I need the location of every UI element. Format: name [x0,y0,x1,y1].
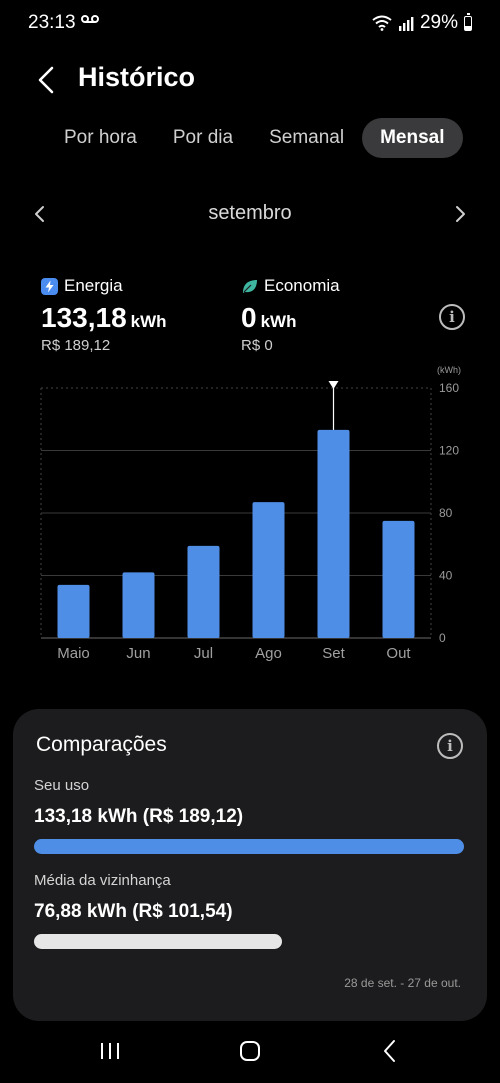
energy-unit: kWh [130,312,167,331]
recent-apps-icon [101,1043,119,1059]
signal-icon [398,16,414,31]
your-usage-bar-track [34,839,464,854]
neighborhood-label: Média da vizinhança [34,872,171,889]
tab-por-hora[interactable]: Por hora [46,118,155,158]
neighborhood-bar-track [34,934,464,949]
page-title: Histórico [78,62,196,92]
y-unit-label: (kWh) [437,365,461,375]
battery-percent: 29% [419,12,458,33]
info-button[interactable]: i [439,304,465,330]
savings-value: 0 [241,302,257,333]
energy-value: 133,18 [41,302,127,333]
x-tick-label: Jul [194,645,213,662]
savings-unit: kWh [260,312,297,331]
energy-stat: Energia 133,18 kWh R$ 189,12 [41,276,167,354]
status-indicators: 29% [372,12,472,34]
y-tick-label: 120 [439,444,459,458]
bar-jun [122,572,155,638]
x-tick-label: Jun [126,645,150,662]
energy-cost: R$ 189,12 [41,337,111,354]
y-tick-label: 160 [439,381,459,395]
energy-label: Energia [64,276,123,295]
neighborhood-value: 76,88 kWh (R$ 101,54) [34,901,233,922]
info-icon: i [449,308,455,326]
bar-set [317,429,350,638]
y-tick-label: 80 [439,506,453,520]
voicemail-icon [81,15,99,23]
tab-semanal[interactable]: Semanal [251,118,362,158]
savings-stat: Economia 0 kWh R$ 0 [241,276,340,354]
your-usage-value: 133,18 kWh (R$ 189,12) [34,806,244,827]
your-usage-label: Seu uso [34,777,90,794]
home-button[interactable] [235,1036,265,1066]
nav-back-button[interactable] [375,1036,405,1066]
comparisons-card: Comparações i Seu uso 133,18 kWh (R$ 189… [13,709,487,1021]
wifi-icon [372,15,392,31]
tab-mensal[interactable]: Mensal [362,118,463,158]
chevron-left-icon [38,66,54,94]
comparisons-title: Comparações [36,733,167,756]
home-icon [240,1041,260,1061]
x-tick-label: Set [322,645,345,662]
comparisons-info-button[interactable]: i [437,733,463,759]
y-tick-label: 0 [439,631,446,645]
battery-icon [464,12,472,31]
tab-por-dia[interactable]: Por dia [155,118,251,158]
status-time: 23:13 [28,12,76,33]
bar-out [382,520,415,638]
back-icon [384,1040,395,1062]
savings-cost: R$ 0 [241,337,273,354]
chevron-right-icon [456,206,465,222]
x-tick-label: Maio [57,645,90,662]
leaf-icon [243,279,257,293]
bar-maio [57,584,90,638]
info-icon: i [447,737,453,755]
bar-ago [252,502,285,638]
monthly-usage-chart: 0 40 80 120 160 (kWh) Maio Jun Jul Ago Set Out [40,365,461,662]
savings-label: Economia [264,276,340,295]
date-range: 28 de set. - 27 de out. [344,976,461,990]
x-tick-label: Ago [255,645,282,662]
recent-apps-button[interactable] [96,1036,126,1066]
bar-jul [187,545,220,638]
lightning-icon [41,277,58,295]
your-usage-bar [34,839,464,854]
back-button[interactable] [28,60,64,100]
next-month-button[interactable] [448,200,472,228]
month-label: setembro [208,202,292,224]
neighborhood-bar [34,934,283,949]
y-tick-label: 40 [439,569,453,583]
period-tabs: Por hora Por dia Semanal Mensal [46,118,463,158]
x-tick-label: Out [386,645,411,662]
